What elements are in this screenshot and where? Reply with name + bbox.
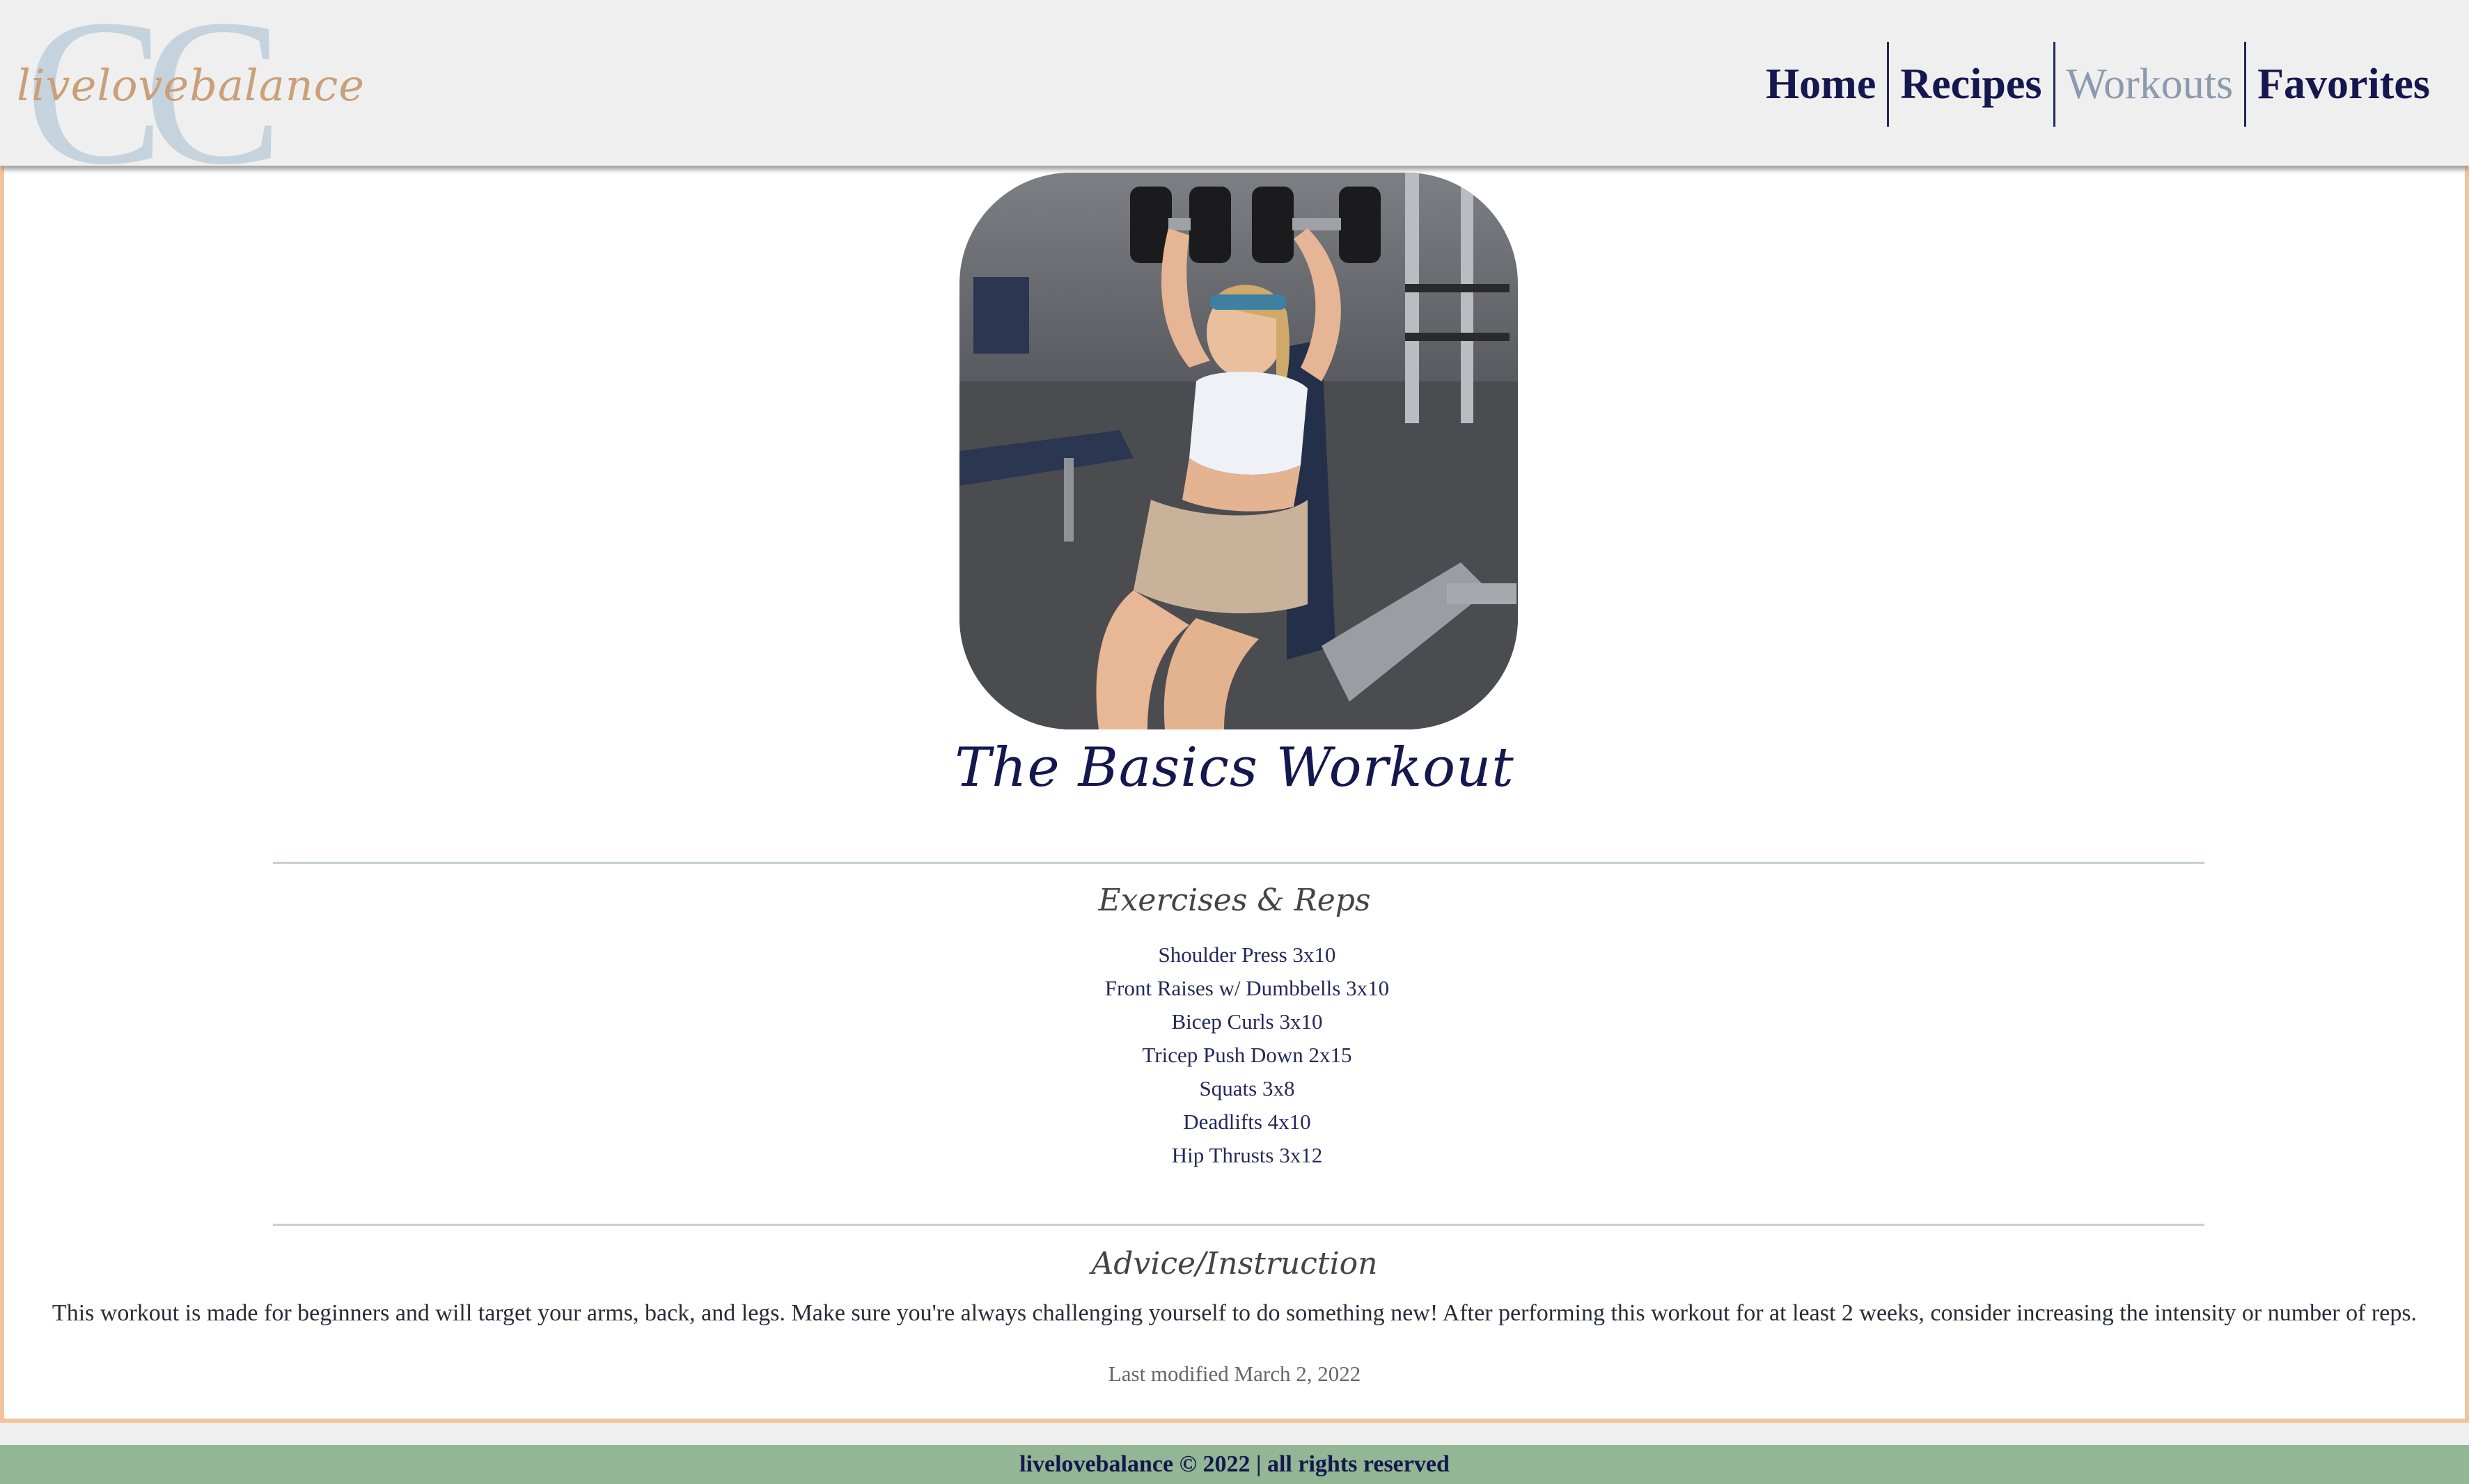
workout-hero-image — [959, 173, 1518, 729]
site-logo[interactable]: CC livelovebalance — [11, 0, 364, 196]
exercise-item: Bicep Curls 3x10 — [1171, 1009, 1323, 1034]
exercise-item: Deadlifts 4x10 — [1183, 1110, 1311, 1134]
exercise-item: Shoulder Press 3x10 — [1158, 942, 1336, 967]
exercise-item: Front Raises w/ Dumbbells 3x10 — [1104, 976, 1390, 1000]
advice-heading: Advice/Instruction — [1091, 1246, 1378, 1281]
advice-text: This workout is made for beginners and w… — [52, 1300, 2417, 1326]
workout-card: The Basics Workout Exercises & Reps Shou… — [0, 166, 2469, 1423]
site-footer: livelovebalance © 2022 | all rights rese… — [0, 1445, 2469, 1484]
workout-title: The Basics Workout — [955, 736, 1514, 799]
exercise-item: Hip Thrusts 3x12 — [1171, 1143, 1323, 1167]
site-header: CC livelovebalance Home Recipes Workouts… — [0, 0, 2469, 196]
exercise-list: Shoulder Press 3x10 Front Raises w/ Dumb… — [4, 938, 2465, 1172]
nav-favorites[interactable]: Favorites — [2246, 42, 2441, 127]
nav-workouts[interactable]: Workouts — [2055, 42, 2245, 127]
main-nav: Home Recipes Workouts Favorites — [1755, 42, 2441, 127]
exercises-heading: Exercises & Reps — [1098, 883, 1371, 918]
exercise-item: Squats 3x8 — [1199, 1076, 1295, 1100]
section-divider — [273, 862, 2204, 864]
section-divider — [273, 1224, 2204, 1226]
logo-text: livelovebalance — [17, 60, 366, 111]
nav-home[interactable]: Home — [1755, 42, 1887, 127]
nav-recipes[interactable]: Recipes — [1889, 42, 2053, 127]
exercise-item: Tricep Push Down 2x15 — [1142, 1043, 1352, 1067]
last-modified: Last modified March 2, 2022 — [1108, 1361, 1361, 1386]
